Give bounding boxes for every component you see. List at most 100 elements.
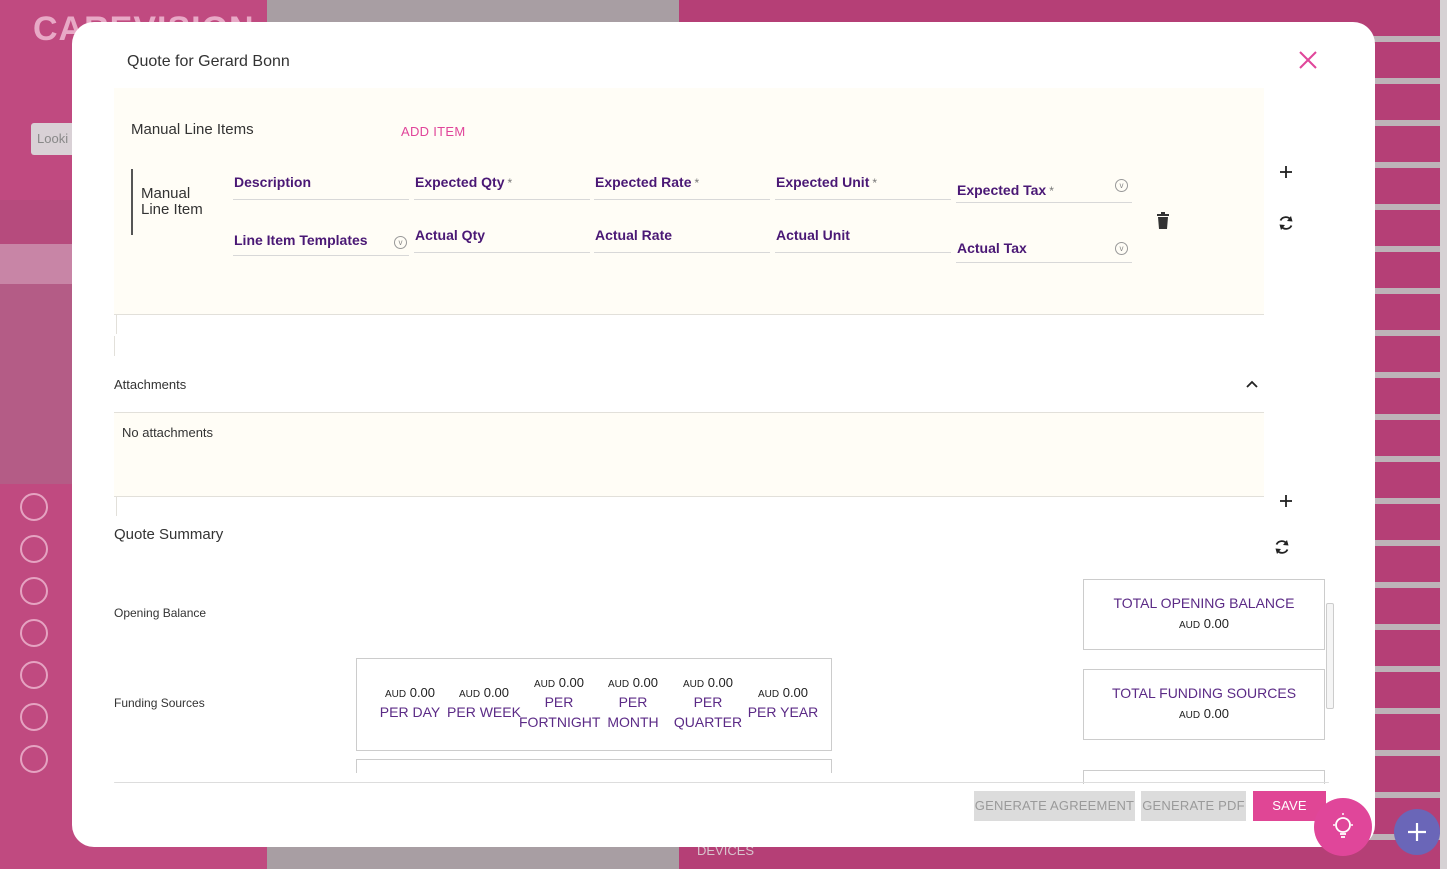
description-label: Description xyxy=(234,174,312,190)
generate-agreement-button[interactable]: GENERATE AGREEMENT xyxy=(974,791,1135,821)
next-row-box xyxy=(356,759,832,773)
frequency-item: AUD 0.00 PER FORTNIGHT xyxy=(519,675,601,732)
actual-qty-label: Actual Qty xyxy=(415,227,486,243)
funding-sources-label: Funding Sources xyxy=(114,696,205,710)
add-item-button[interactable]: ADD ITEM xyxy=(401,124,466,139)
required-mark: * xyxy=(694,176,700,190)
summary-scrollbar[interactable] xyxy=(1326,603,1334,709)
line-item-templates-label: Line Item Templates xyxy=(234,232,368,248)
required-mark: * xyxy=(1049,184,1054,198)
expected-rate-label: Expected Rate xyxy=(595,174,692,190)
frequency-label-line: PER DAY xyxy=(379,704,441,720)
plus-icon xyxy=(1408,823,1426,841)
frequency-label-line: MONTH xyxy=(607,714,659,730)
total-opening-balance-card: TOTAL OPENING BALANCE AUD 0.00 xyxy=(1083,579,1325,650)
currency-label: AUD xyxy=(682,679,705,690)
description-field[interactable]: Description xyxy=(233,170,409,200)
frequency-item: AUD 0.00 PER MONTH xyxy=(593,675,673,732)
actual-rate-field[interactable]: Actual Rate xyxy=(594,223,770,253)
frequency-amount: AUD 0.00 xyxy=(519,675,599,690)
funding-frequency-box: AUD 0.00 PER DAY AUD 0.00 PER WEEK AUD 0.00 P… xyxy=(356,658,832,751)
actual-qty-field[interactable]: Actual Qty xyxy=(414,223,590,253)
frequency-amount: AUD 0.00 xyxy=(743,685,823,700)
currency-label: AUD xyxy=(1178,710,1201,721)
expected-qty-field[interactable]: Expected Qty * xyxy=(414,170,590,200)
actual-unit-field[interactable]: Actual Unit xyxy=(775,223,951,253)
currency-label: AUD xyxy=(607,679,630,690)
line-item-templates-select[interactable]: Line Item Templates v xyxy=(233,226,409,256)
actual-rate-label: Actual Rate xyxy=(595,227,673,243)
frequency-amount: AUD 0.00 xyxy=(593,675,673,690)
frequency-value: 0.00 xyxy=(483,685,510,700)
currency-label: AUD xyxy=(757,689,780,700)
frequency-amount: AUD 0.00 xyxy=(668,675,748,690)
frequency-label-line: PER xyxy=(693,694,723,710)
expected-tax-label: Expected Tax xyxy=(957,182,1047,198)
refresh-icon xyxy=(1279,216,1293,230)
expected-qty-label: Expected Qty xyxy=(415,174,505,190)
alert-icon[interactable] xyxy=(20,493,48,521)
frequency-value: 0.00 xyxy=(558,675,585,690)
total-opening-balance-title: TOTAL OPENING BALANCE xyxy=(1113,595,1295,611)
heart-icon[interactable] xyxy=(20,577,48,605)
frequency-label: PER FORTNIGHT xyxy=(519,692,601,732)
refresh-line-items-button[interactable] xyxy=(1276,213,1296,233)
divider xyxy=(114,496,1264,497)
attachments-panel xyxy=(114,413,1264,496)
collapse-attachments-button[interactable] xyxy=(1245,377,1265,397)
total-funding-sources-value: 0.00 xyxy=(1203,706,1230,721)
divider xyxy=(114,314,1264,315)
generate-pdf-button[interactable]: GENERATE PDF xyxy=(1141,791,1246,821)
divider xyxy=(114,336,115,356)
divider xyxy=(116,496,117,516)
quote-modal: Quote for Gerard Bonn Manual Line Items … xyxy=(72,22,1375,847)
no-attachments-text: No attachments xyxy=(122,425,214,440)
frequency-value: 0.00 xyxy=(632,675,659,690)
frequency-label-line: FORTNIGHT xyxy=(519,714,601,730)
dollar-icon[interactable] xyxy=(20,661,48,689)
chat-icon[interactable] xyxy=(20,619,48,647)
frequency-label: PER YEAR xyxy=(743,702,823,722)
modal-title: Quote for Gerard Bonn xyxy=(127,53,290,70)
frequency-item: AUD 0.00 PER QUARTER xyxy=(668,675,748,732)
frequency-value: 0.00 xyxy=(707,675,734,690)
delete-line-item-button[interactable] xyxy=(1155,212,1175,232)
currency-label: AUD xyxy=(458,689,481,700)
close-button[interactable] xyxy=(1297,49,1319,71)
expected-rate-field[interactable]: Expected Rate * xyxy=(594,170,770,200)
refresh-summary-button[interactable] xyxy=(1272,537,1292,557)
frequency-label-line: PER WEEK xyxy=(447,704,521,720)
frequency-item: AUD 0.00 PER YEAR xyxy=(743,685,823,722)
required-mark: * xyxy=(872,176,878,190)
add-fab-button[interactable] xyxy=(1394,809,1440,855)
plus-icon xyxy=(1280,166,1292,178)
gear-icon[interactable] xyxy=(20,745,48,773)
chevron-down-icon: v xyxy=(394,236,407,249)
user-icon[interactable] xyxy=(20,703,48,731)
frequency-item: AUD 0.00 PER WEEK xyxy=(444,685,524,722)
add-attachment-button[interactable] xyxy=(1276,491,1296,511)
frequency-amount: AUD 0.00 xyxy=(370,685,450,700)
hint-fab-button[interactable] xyxy=(1314,798,1372,856)
frequency-label: PER WEEK xyxy=(444,702,524,722)
attachments-title: Attachments xyxy=(114,377,187,392)
frequency-label: PER DAY xyxy=(370,702,450,722)
currency-label: AUD xyxy=(1178,620,1201,631)
total-funding-sources-card: TOTAL FUNDING SOURCES AUD 0.00 xyxy=(1083,669,1325,740)
add-line-item-button[interactable] xyxy=(1276,162,1296,182)
actual-tax-label: Actual Tax xyxy=(957,240,1027,256)
actual-tax-select[interactable]: Actual Tax v xyxy=(956,233,1132,263)
close-icon xyxy=(1299,51,1317,69)
expected-unit-field[interactable]: Expected Unit * xyxy=(775,170,951,200)
page-scrollbar[interactable] xyxy=(1440,0,1447,869)
clock-icon[interactable] xyxy=(20,535,48,563)
required-mark: * xyxy=(507,176,513,190)
currency-label: AUD xyxy=(384,689,407,700)
divider xyxy=(116,314,117,334)
actual-unit-label: Actual Unit xyxy=(776,227,850,243)
expected-unit-label: Expected Unit xyxy=(776,174,870,190)
chevron-down-icon: v xyxy=(1115,179,1128,192)
lightbulb-icon xyxy=(1333,813,1353,838)
chevron-up-icon xyxy=(1246,380,1258,388)
expected-tax-select[interactable]: Expected Tax * v xyxy=(956,173,1132,203)
